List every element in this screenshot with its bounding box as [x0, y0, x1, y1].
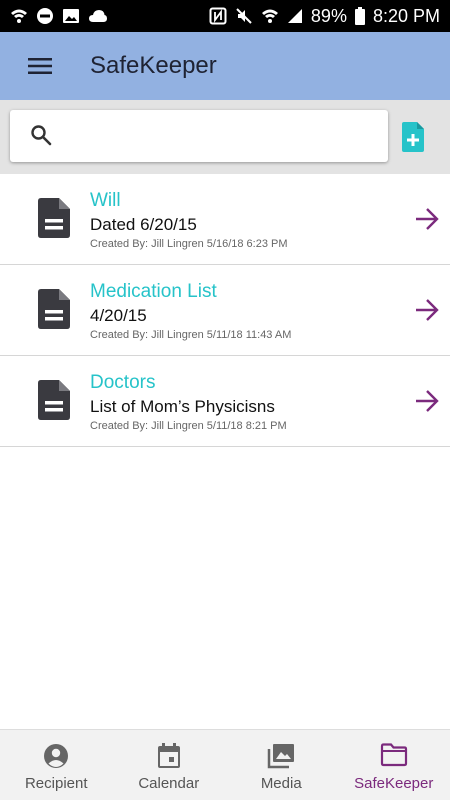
nav-label: Recipient — [24, 775, 88, 792]
document-icon — [38, 289, 70, 329]
app-bar: SafeKeeper — [0, 32, 450, 100]
document-icon — [38, 198, 70, 238]
status-time: 8:20 PM — [372, 6, 440, 26]
document-subtitle: 4/20/15 — [90, 306, 147, 325]
arrow-right-icon[interactable] — [414, 389, 440, 413]
search-bar-area — [0, 100, 450, 174]
battery-percent: 89% — [310, 6, 347, 26]
document-meta: Created By: Jill Lingren 5/11/18 8:21 PM — [90, 420, 287, 432]
nav-calendar[interactable]: Calendar — [113, 730, 226, 800]
nfc-icon — [209, 7, 227, 25]
document-title: Doctors — [90, 372, 156, 393]
signal-icon — [287, 9, 302, 23]
menu-button[interactable] — [22, 51, 58, 81]
nav-label: SafeKeeper — [354, 775, 434, 792]
search-icon — [31, 125, 52, 146]
nav-label: Calendar — [138, 775, 200, 792]
status-bar: 89% 8:20 PM — [0, 0, 450, 32]
cloud-icon — [89, 10, 107, 22]
nav-safekeeper[interactable]: SafeKeeper — [338, 730, 450, 800]
nav-recipient[interactable]: Recipient — [0, 730, 113, 800]
wifi-calling-icon — [11, 9, 27, 23]
document-meta: Created By: Jill Lingren 5/16/18 6:23 PM — [90, 238, 288, 250]
arrow-right-icon[interactable] — [414, 207, 440, 231]
hamburger-menu-icon — [28, 58, 52, 74]
document-title: Will — [90, 190, 121, 211]
arrow-right-icon[interactable] — [414, 298, 440, 322]
nav-media[interactable]: Media — [225, 730, 338, 800]
photo-library-icon — [268, 744, 295, 769]
battery-icon — [354, 7, 365, 25]
do-not-disturb-icon — [37, 8, 53, 24]
list-item[interactable]: Will Dated 6/20/15 Created By: Jill Ling… — [0, 174, 450, 265]
folder-icon — [380, 743, 407, 767]
wifi-icon — [261, 9, 278, 23]
calendar-icon — [157, 743, 180, 768]
list-item[interactable]: Doctors List of Mom’s Physicisns Created… — [0, 356, 450, 447]
mute-icon — [236, 8, 252, 24]
document-title: Medication List — [90, 281, 217, 302]
page-title: SafeKeeper — [90, 52, 217, 79]
account-circle-icon — [44, 744, 69, 768]
document-list: Will Dated 6/20/15 Created By: Jill Ling… — [0, 174, 450, 447]
document-icon — [38, 380, 70, 420]
status-left-icons — [10, 7, 108, 25]
image-notification-icon — [63, 9, 79, 23]
add-document-icon[interactable] — [402, 122, 426, 152]
document-subtitle: Dated 6/20/15 — [90, 215, 197, 234]
document-subtitle: List of Mom’s Physicisns — [90, 397, 275, 416]
document-meta: Created By: Jill Lingren 5/11/18 11:43 A… — [90, 329, 292, 341]
status-right-icons: 89% 8:20 PM — [209, 4, 440, 28]
nav-label: Media — [260, 775, 302, 792]
search-input[interactable] — [66, 120, 376, 152]
search-box[interactable] — [10, 110, 388, 162]
bottom-navigation: Recipient Calendar Media SafeKeeper — [0, 729, 450, 800]
list-item[interactable]: Medication List 4/20/15 Created By: Jill… — [0, 265, 450, 356]
